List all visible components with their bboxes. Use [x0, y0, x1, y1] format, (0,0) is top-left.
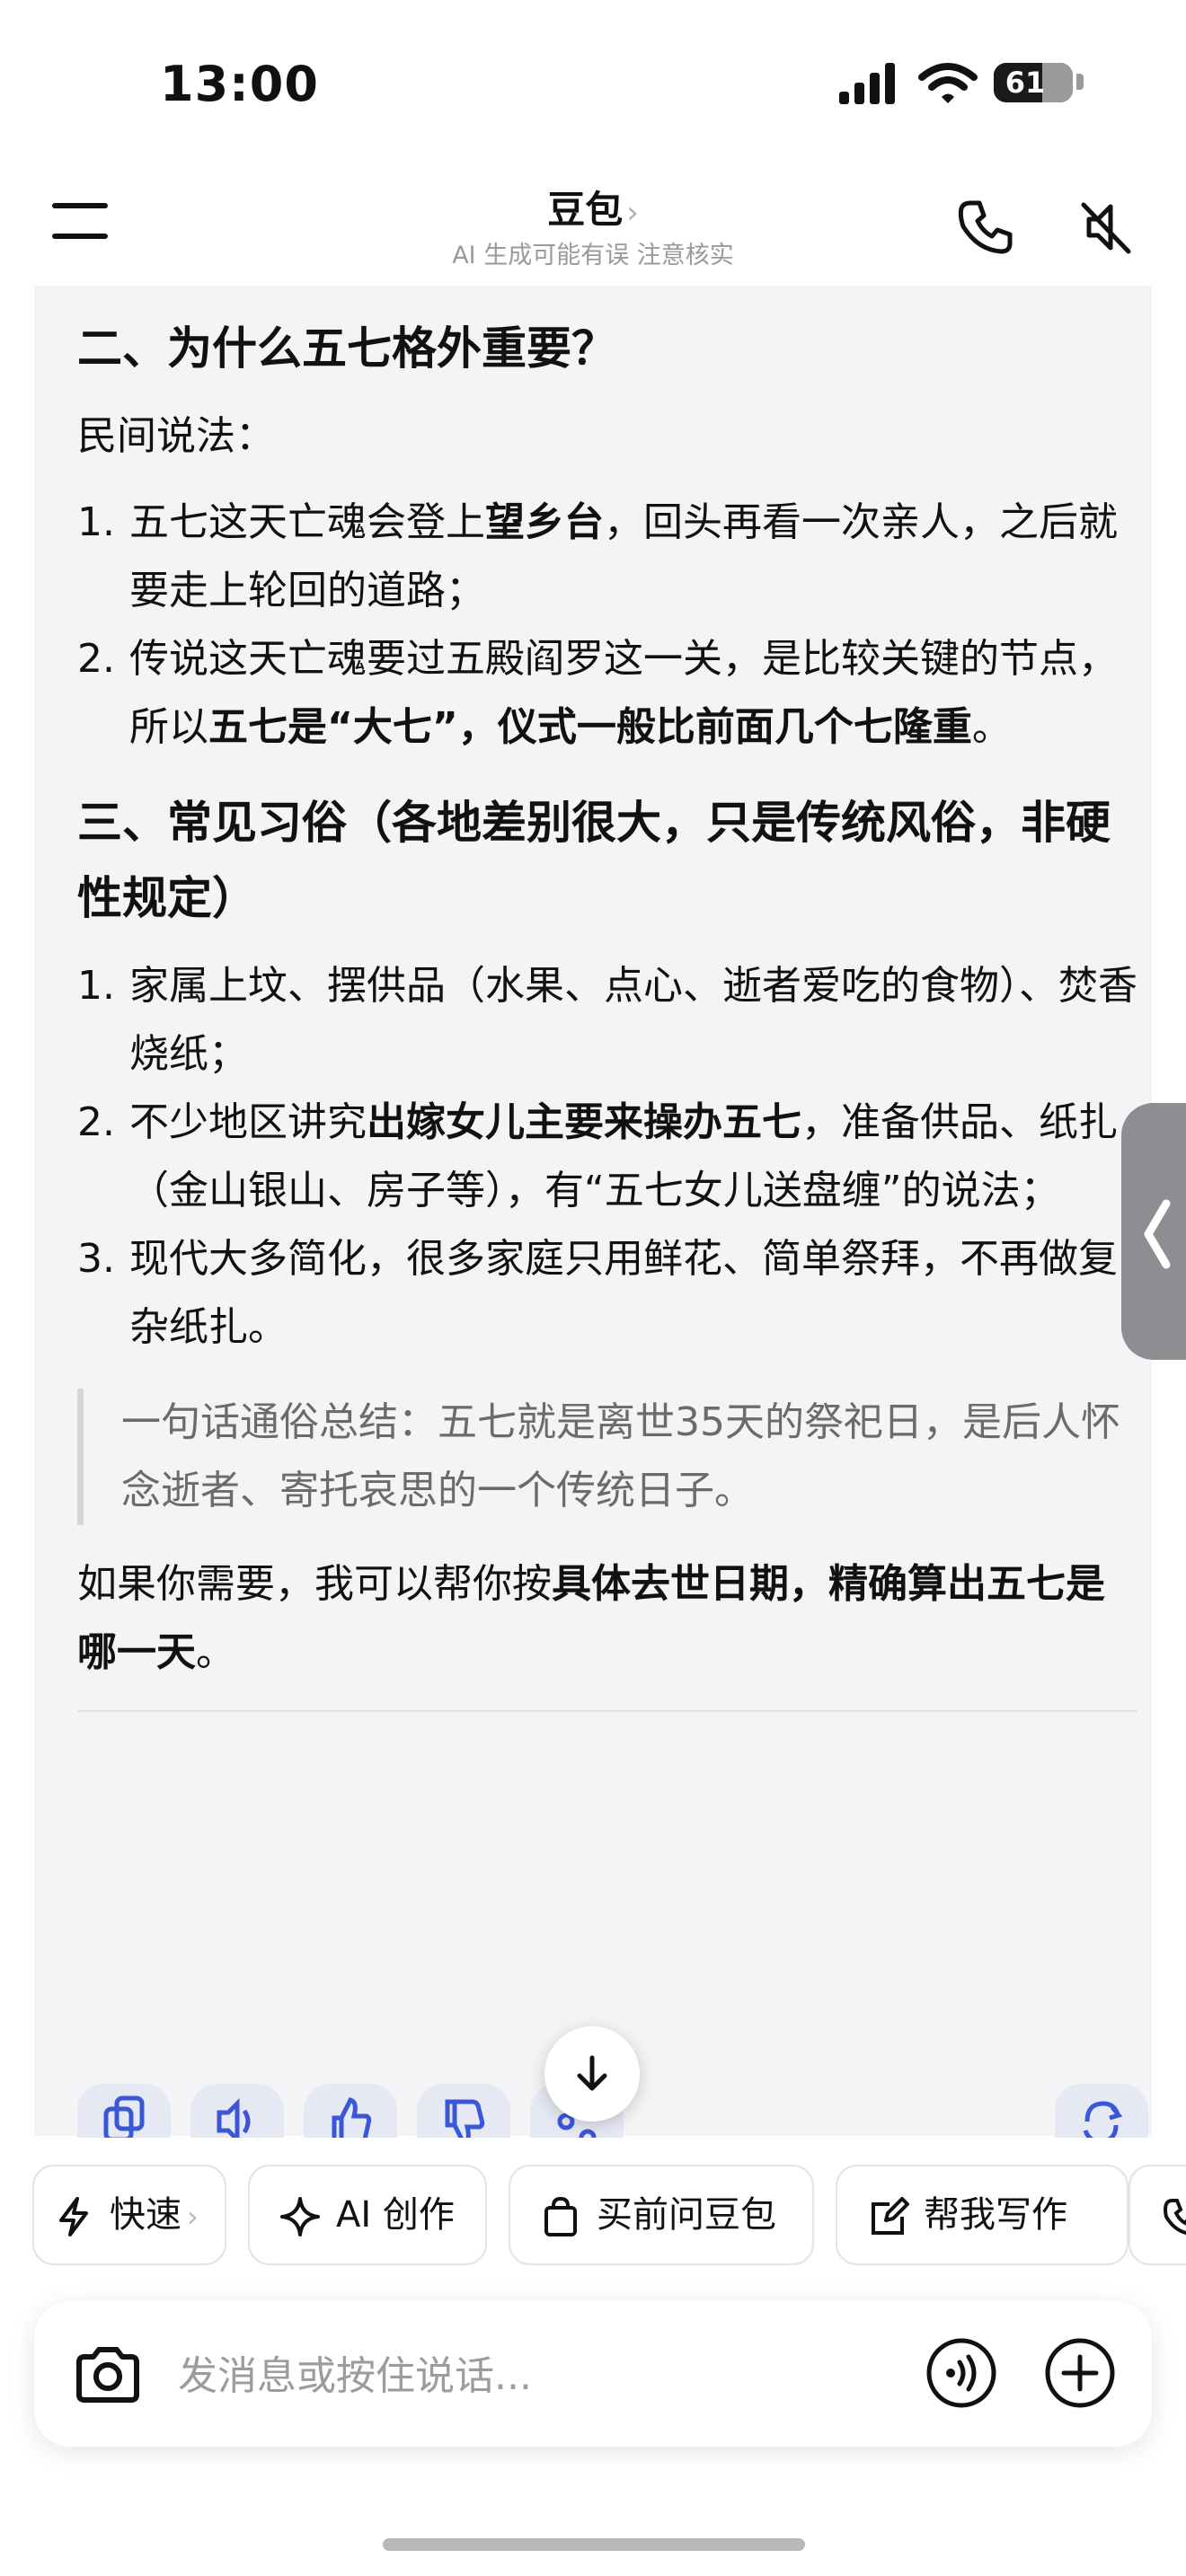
- sparkle-icon: [280, 2197, 320, 2236]
- list-text: 五七这天亡魂会登上: [129, 499, 485, 545]
- arrow-down-icon: [577, 2055, 607, 2091]
- list-text: 现代大多简化，很多家庭只用鲜花、简单祭拜，不再做复杂纸扎。: [129, 1236, 1118, 1350]
- dislike-button[interactable]: [417, 2084, 510, 2138]
- list-bold: 五七是“大七”，仪式一般比前面几个七隆重: [208, 704, 972, 750]
- speaker-muted-icon: [1081, 202, 1131, 254]
- list-number: 2.: [77, 636, 115, 682]
- summary-quote: 一句话通俗总结：五七就是离世35天的祭祀日，是后人怀念逝者、寄托哀思的一个传统日…: [77, 1389, 1137, 1525]
- plus-icon: [1045, 2338, 1115, 2408]
- chip-help-write[interactable]: 帮我写作: [836, 2165, 1128, 2265]
- voice-wave-icon: [926, 2338, 996, 2408]
- list-item: 2. 传说这天亡魂要过五殿阎罗这一关，是比较关键的节点，所以五七是“大七”，仪式一…: [77, 625, 1137, 762]
- lightning-icon: [59, 2197, 88, 2236]
- quick-actions: 快速 › AI 创作 买前问豆包 帮我写作: [0, 2165, 1186, 2269]
- list-number: 1.: [77, 499, 115, 545]
- list-text: 不少地区讲究: [129, 1099, 367, 1145]
- chip-call[interactable]: [1128, 2165, 1186, 2265]
- closing-paragraph: 如果你需要，我可以帮你按具体去世日期，精确算出五七是哪一天。: [77, 1550, 1137, 1687]
- thumbs-up-icon: [332, 2097, 372, 2138]
- chat-title[interactable]: 豆包 ›: [503, 180, 683, 234]
- camera-button[interactable]: [72, 2339, 144, 2411]
- list-bold: 望乡台: [485, 499, 604, 545]
- phone-icon: [1164, 2199, 1186, 2236]
- wifi-icon: [918, 63, 978, 103]
- list-item: 2. 不少地区讲究出嫁女儿主要来操办五七，准备供品、纸扎（金山银山、房子等），有“…: [77, 1089, 1137, 1225]
- regenerate-button[interactable]: [1055, 2084, 1148, 2138]
- like-button[interactable]: [304, 2084, 397, 2138]
- custom-list: 1. 家属上坟、摆供品（水果、点心、逝者爱吃的食物）、焚香烧纸； 2. 不少地区讲究出…: [77, 952, 1137, 1362]
- divider: [77, 1710, 1137, 1712]
- menu-button[interactable]: [43, 190, 119, 253]
- menu-icon: [52, 203, 108, 239]
- assistant-message: 二、为什么五七格外重要？ 民间说法： 1. 五七这天亡魂会登上望乡台，回头再看一次…: [34, 286, 1152, 2138]
- status-bar: 13:00 61: [0, 0, 1186, 171]
- battery-level: 61: [1005, 66, 1046, 100]
- ai-disclaimer: AI 生成可能有误 注意核实: [452, 242, 734, 269]
- chip-label: 快速 ›: [110, 2194, 199, 2236]
- battery-cap: [1076, 74, 1084, 90]
- list-number: 2.: [77, 1099, 115, 1145]
- list-text-end: 。: [971, 704, 1012, 750]
- message-input[interactable]: [176, 2342, 916, 2409]
- copy-icon: [103, 2095, 145, 2138]
- list-bold: 出嫁女儿主要来操办五七: [367, 1099, 801, 1145]
- read-aloud-button[interactable]: [190, 2084, 284, 2138]
- composer: [34, 2301, 1152, 2447]
- shopping-bag-icon: [544, 2197, 577, 2236]
- home-indicator[interactable]: [383, 2538, 805, 2551]
- nav-header: 豆包 › AI 生成可能有误 注意核实: [0, 171, 1186, 278]
- chip-ask-before-buy[interactable]: 买前问豆包: [509, 2165, 814, 2265]
- list-number: 3.: [77, 1236, 115, 1282]
- more-options-button[interactable]: [1042, 2335, 1118, 2411]
- section-heading: 二、为什么五七格外重要？: [77, 322, 616, 375]
- chip-label: 买前问豆包: [597, 2194, 776, 2236]
- phone-icon: [958, 200, 1013, 254]
- status-icons: 61: [837, 61, 1084, 115]
- side-drawer-handle[interactable]: [1121, 1103, 1186, 1360]
- list-item: 1. 五七这天亡魂会登上望乡台，回头再看一次亲人，之后就要走上轮回的道路；: [77, 489, 1137, 625]
- battery-icon: 61: [994, 63, 1073, 102]
- speaker-icon: [217, 2097, 251, 2138]
- closing-text: 如果你需要，我可以帮你按: [77, 1561, 552, 1607]
- list-number: 1.: [77, 963, 115, 1009]
- chat-title-text: 豆包: [547, 188, 624, 232]
- signal-icon: [839, 63, 895, 104]
- thumbs-down-icon: [445, 2099, 485, 2138]
- status-time: 13:00: [160, 56, 319, 112]
- voice-input-button[interactable]: [924, 2335, 999, 2411]
- chip-ai-create[interactable]: AI 创作: [248, 2165, 487, 2265]
- regenerate-icon: [1083, 2101, 1123, 2138]
- chip-label: AI 创作: [336, 2194, 455, 2236]
- list-item: 1. 家属上坟、摆供品（水果、点心、逝者爱吃的食物）、焚香烧纸；: [77, 952, 1137, 1089]
- closing-end: 。: [196, 1629, 235, 1675]
- chevron-left-icon: [1144, 1199, 1171, 1269]
- chip-label: 帮我写作: [924, 2194, 1067, 2236]
- folk-list: 1. 五七这天亡魂会登上望乡台，回头再看一次亲人，之后就要走上轮回的道路； 2. 传说…: [77, 489, 1137, 762]
- scroll-to-bottom-button[interactable]: [544, 2026, 640, 2122]
- edit-icon: [872, 2197, 909, 2235]
- section-heading: 三、常见习俗（各地差别很大，只是传统风俗，非硬性规定）: [77, 797, 1111, 924]
- chip-fast[interactable]: 快速 ›: [32, 2165, 226, 2265]
- camera-icon: [76, 2347, 139, 2403]
- list-text: 家属上坟、摆供品（水果、点心、逝者爱吃的食物）、焚香烧纸；: [129, 963, 1137, 1077]
- list-item: 3. 现代大多简化，很多家庭只用鲜花、简单祭拜，不再做复杂纸扎。: [77, 1225, 1137, 1362]
- message-content: 二、为什么五七格外重要？ 民间说法： 1. 五七这天亡魂会登上望乡台，回头再看一次…: [77, 286, 1137, 1712]
- voice-call-button[interactable]: [956, 198, 1015, 257]
- title-chevron-icon: ›: [626, 195, 639, 231]
- mute-button[interactable]: [1076, 198, 1136, 257]
- folk-label: 民间说法：: [77, 413, 275, 459]
- copy-button[interactable]: [77, 2084, 171, 2138]
